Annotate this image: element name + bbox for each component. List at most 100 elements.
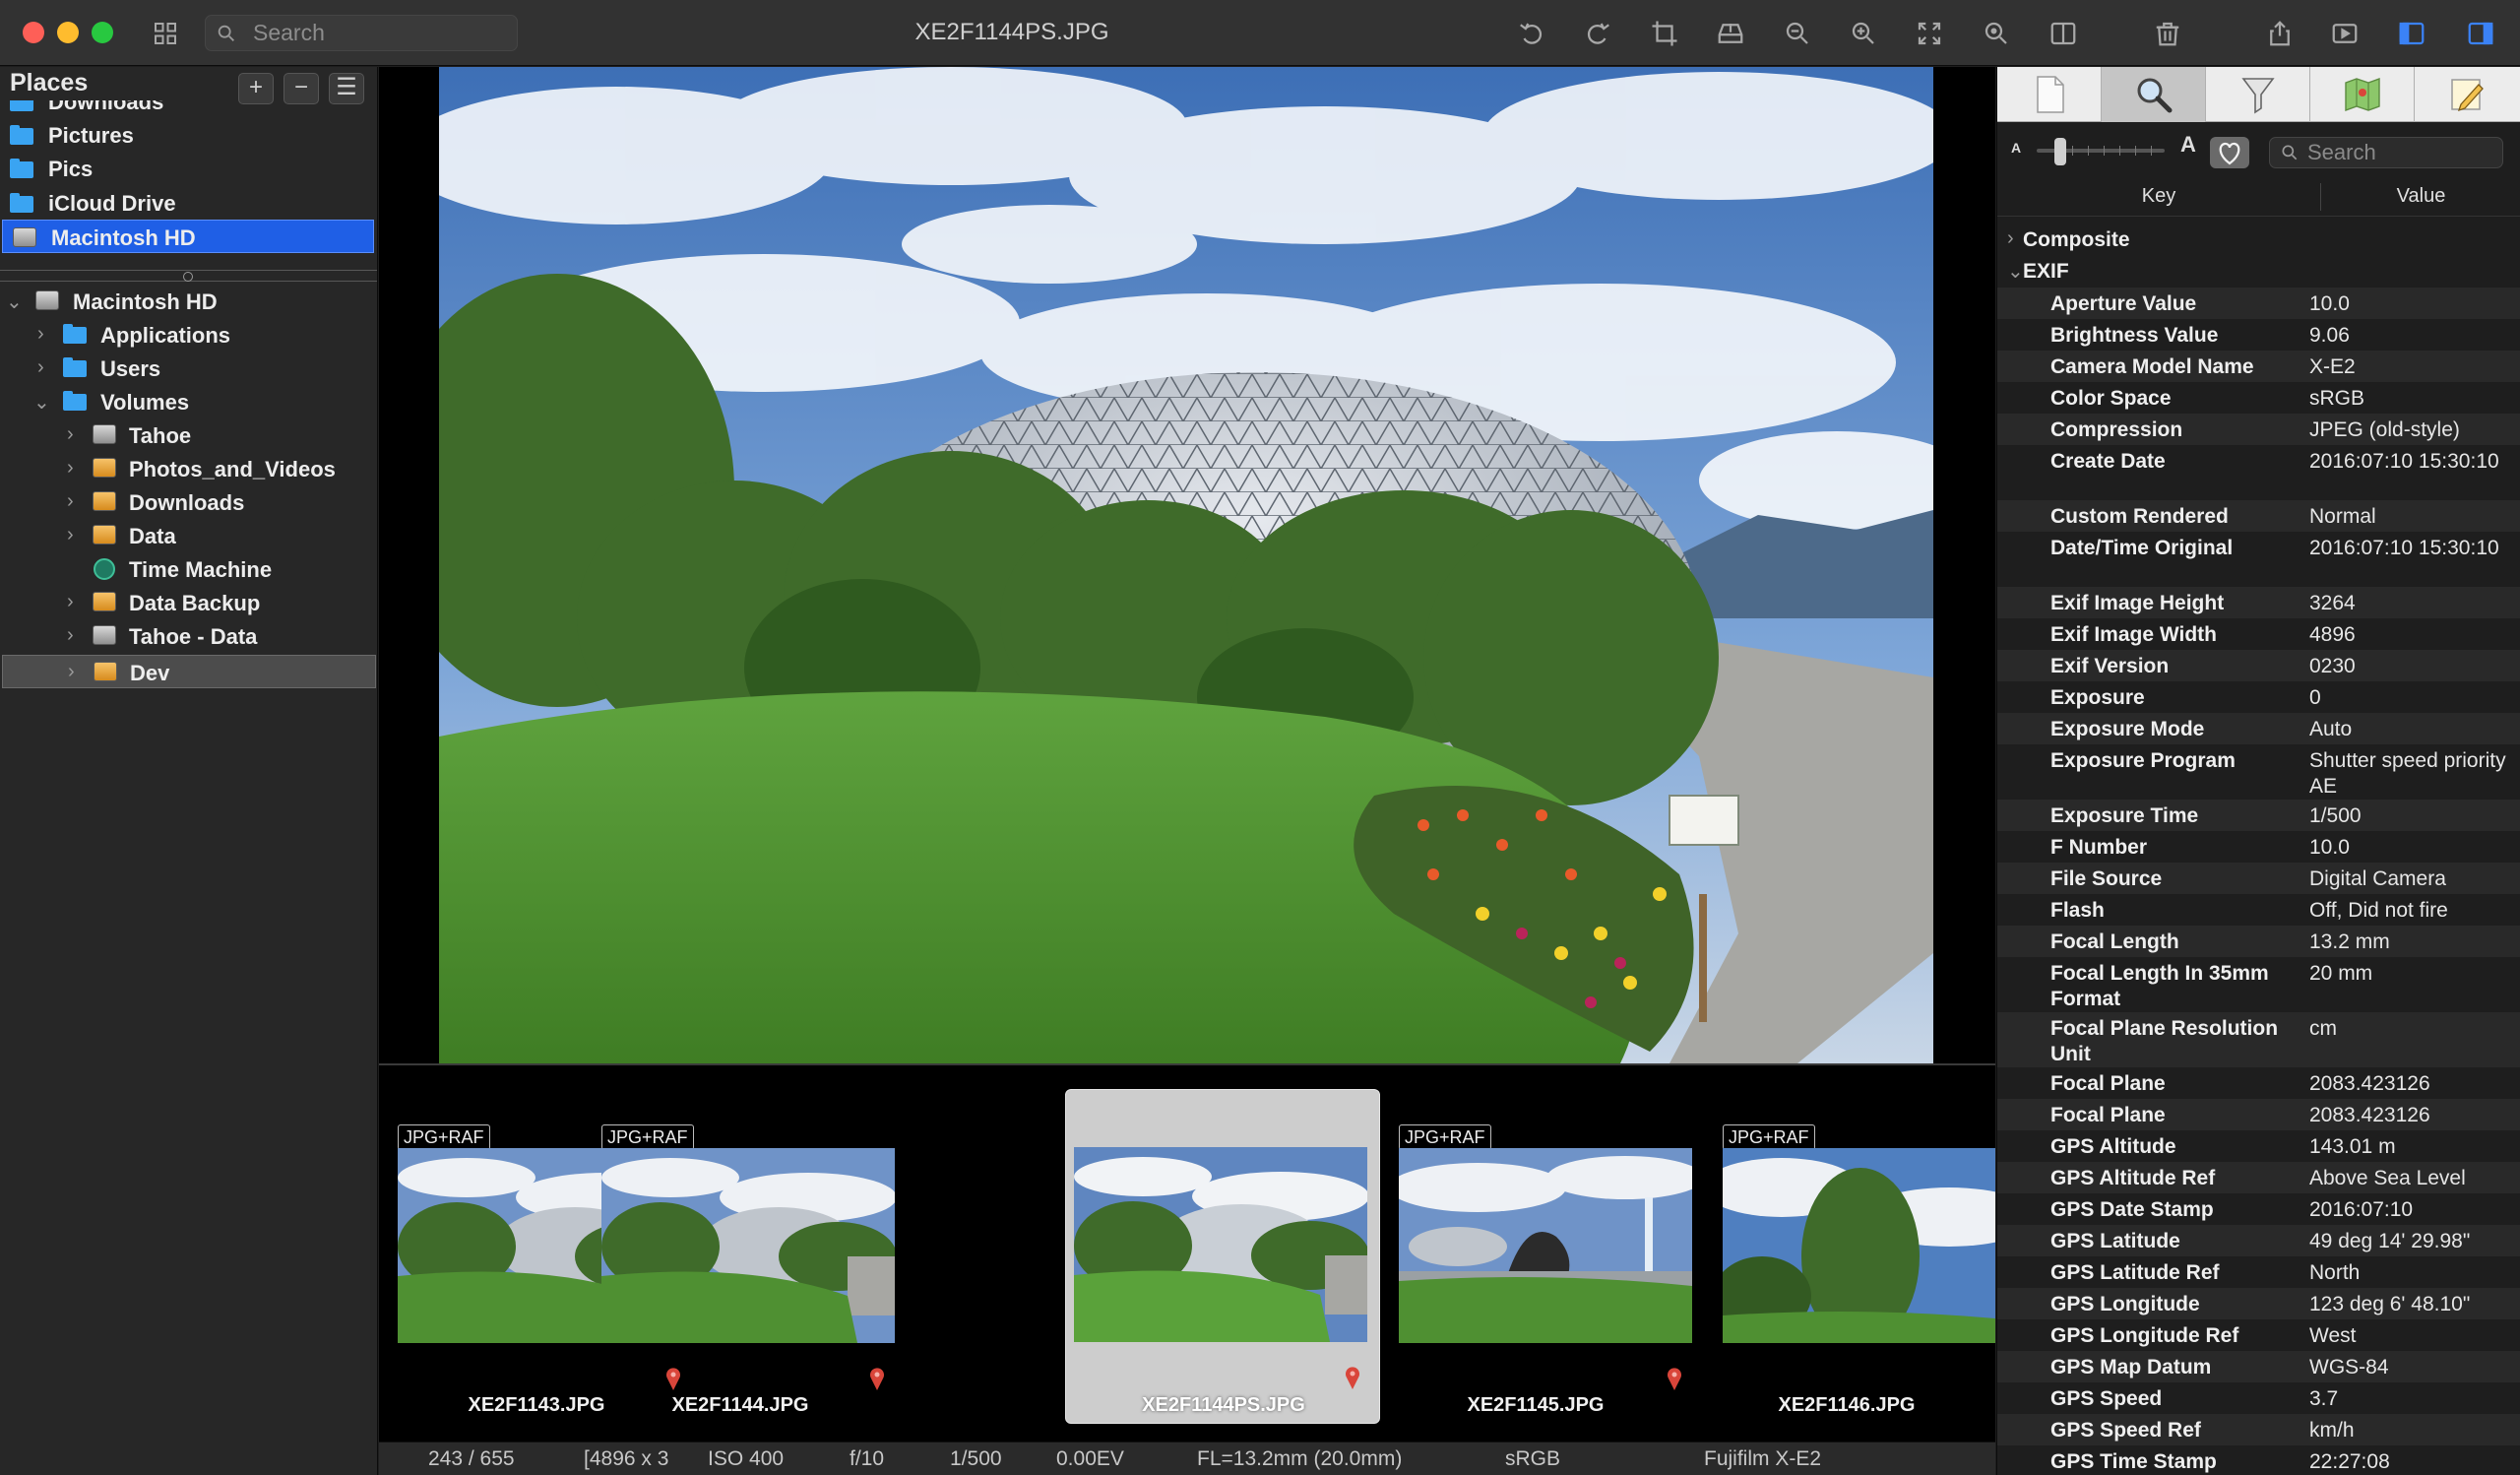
chevron-right-icon[interactable]: › xyxy=(37,356,44,379)
metadata-row[interactable]: Exif Version 0230 xyxy=(1997,650,2520,681)
metadata-row[interactable]: Custom Rendered Normal xyxy=(1997,500,2520,532)
actual-size-icon[interactable] xyxy=(1979,16,2014,51)
chevron-right-icon[interactable]: › xyxy=(67,457,74,480)
metadata-group-exif[interactable]: ⌄ EXIF xyxy=(1997,256,2520,288)
slider-knob[interactable] xyxy=(2054,138,2066,165)
slideshow-icon[interactable] xyxy=(2327,16,2362,51)
metadata-row[interactable]: Focal Plane Resolution Unit cm xyxy=(1997,1012,2520,1067)
rotate-left-icon[interactable] xyxy=(1514,16,1549,51)
chevron-right-icon[interactable]: › xyxy=(67,524,74,546)
fit-screen-icon[interactable] xyxy=(1912,16,1947,51)
chevron-right-icon[interactable]: › xyxy=(2007,227,2014,250)
metadata-row[interactable]: Exposure Time 1/500 xyxy=(1997,800,2520,831)
metadata-group-composite[interactable]: › Composite xyxy=(1997,224,2520,256)
tree-item-tahoe[interactable]: › Tahoe xyxy=(0,418,377,452)
share-icon[interactable] xyxy=(2262,16,2298,51)
metadata-row[interactable]: File Source Digital Camera xyxy=(1997,863,2520,894)
tree-item-dev[interactable]: › Dev xyxy=(2,655,376,688)
metadata-row[interactable]: Create Date 2016:07:10 15:30:10 xyxy=(1997,445,2520,500)
tree-item-data[interactable]: › Data xyxy=(0,519,377,552)
tree-item-volumes[interactable]: ⌄ Volumes xyxy=(0,385,377,418)
split-view-icon[interactable] xyxy=(2046,16,2081,51)
thumbnail-image xyxy=(1723,1148,1995,1343)
metadata-row[interactable]: GPS Map Datum WGS-84 xyxy=(1997,1351,2520,1382)
metadata-row[interactable]: GPS Altitude 143.01 m xyxy=(1997,1130,2520,1162)
thumbnail-item-selected[interactable]: XE2F1144PS.JPG xyxy=(1065,1089,1380,1424)
metadata-row[interactable]: Exposure Program Shutter speed priority A… xyxy=(1997,744,2520,800)
tab-metadata[interactable] xyxy=(2102,67,2206,122)
metadata-row[interactable]: GPS Latitude Ref North xyxy=(1997,1256,2520,1288)
metadata-row[interactable]: Exposure 0 xyxy=(1997,681,2520,713)
tree-item-users[interactable]: › Users xyxy=(0,352,377,385)
tray-download-icon[interactable] xyxy=(1713,16,1748,51)
metadata-row[interactable]: Compression JPEG (old-style) xyxy=(1997,414,2520,445)
metadata-row[interactable]: GPS Longitude 123 deg 6' 48.10" xyxy=(1997,1288,2520,1319)
metadata-row[interactable]: Exposure Mode Auto xyxy=(1997,713,2520,744)
tree-item-photos-and-videos[interactable]: › Photos_and_Videos xyxy=(0,452,377,485)
metadata-row[interactable]: Exif Image Height 3264 xyxy=(1997,587,2520,618)
thumbnail-item[interactable]: JPG+RAF XE2F1144.JPG xyxy=(583,1065,898,1442)
zoom-in-icon[interactable] xyxy=(1846,16,1881,51)
tree-item-applications[interactable]: › Applications xyxy=(0,318,377,352)
metadata-row[interactable]: Date/Time Original 2016:07:10 15:30:10 xyxy=(1997,532,2520,587)
tree-item-tahoe-data[interactable]: › Tahoe - Data xyxy=(0,619,377,653)
metadata-row[interactable]: GPS Speed 3.7 xyxy=(1997,1382,2520,1414)
tab-edit-notes[interactable] xyxy=(2415,67,2519,122)
chevron-right-icon[interactable]: › xyxy=(67,624,74,647)
chevron-right-icon[interactable]: › xyxy=(68,661,75,683)
thumbnail-item[interactable]: JPG+RAF XE2F1145.JPG xyxy=(1398,1065,1713,1442)
place-item-macintosh-hd[interactable]: Macintosh HD xyxy=(2,220,374,253)
metadata-row[interactable]: GPS Speed Ref km/h xyxy=(1997,1414,2520,1445)
trash-icon[interactable] xyxy=(2150,16,2185,51)
metadata-row[interactable]: Color Space sRGB xyxy=(1997,382,2520,414)
place-item-pictures[interactable]: Pictures xyxy=(0,118,377,152)
chevron-down-icon[interactable]: ⌄ xyxy=(33,390,50,415)
left-panel-icon[interactable] xyxy=(2394,16,2429,51)
metadata-row[interactable]: Flash Off, Did not fire xyxy=(1997,894,2520,926)
chevron-right-icon[interactable]: › xyxy=(67,490,74,513)
tree-item-macintosh-hd[interactable]: ⌄ Macintosh HD xyxy=(0,285,377,318)
metadata-row[interactable]: Focal Plane 2083.423126 xyxy=(1997,1099,2520,1130)
metadata-row[interactable]: Camera Model Name X-E2 xyxy=(1997,351,2520,382)
right-panel-icon[interactable] xyxy=(2463,16,2498,51)
tab-file-info[interactable] xyxy=(1997,67,2102,122)
value-column-header[interactable]: Value xyxy=(2321,185,2520,208)
tab-filter[interactable] xyxy=(2206,67,2310,122)
place-item-downloads[interactable]: Downloads xyxy=(0,100,377,118)
chevron-right-icon[interactable]: › xyxy=(67,591,74,613)
rotate-right-icon[interactable] xyxy=(1580,16,1615,51)
favorites-button[interactable] xyxy=(2210,137,2249,168)
metadata-row[interactable]: GPS Time Stamp 22:27:08 xyxy=(1997,1445,2520,1475)
zoom-out-icon[interactable] xyxy=(1780,16,1815,51)
chevron-right-icon[interactable]: › xyxy=(67,423,74,446)
key-column-header[interactable]: Key xyxy=(1997,185,2320,208)
tree-item-data-backup[interactable]: › Data Backup xyxy=(0,586,377,619)
thumbnail-item[interactable]: JPG+RAF XE2F1146.JPG xyxy=(1699,1065,1995,1442)
place-item-icloud-drive[interactable]: iCloud Drive xyxy=(0,186,377,220)
chevron-down-icon[interactable]: ⌄ xyxy=(2007,259,2024,284)
crop-icon[interactable] xyxy=(1647,16,1682,51)
metadata-row[interactable]: GPS Latitude 49 deg 14' 29.98" xyxy=(1997,1225,2520,1256)
metadata-row[interactable]: Brightness Value 9.06 xyxy=(1997,319,2520,351)
metadata-row[interactable]: Focal Length 13.2 mm xyxy=(1997,926,2520,957)
chevron-down-icon[interactable]: ⌄ xyxy=(6,289,23,314)
tree-item-time-machine[interactable]: Time Machine xyxy=(0,552,377,586)
chevron-right-icon[interactable]: › xyxy=(37,323,44,346)
metadata-row[interactable]: GPS Date Stamp 2016:07:10 xyxy=(1997,1193,2520,1225)
place-item-pics[interactable]: Pics xyxy=(0,152,377,185)
metadata-row[interactable]: Focal Plane 2083.423126 xyxy=(1997,1067,2520,1099)
metadata-row[interactable]: F Number 10.0 xyxy=(1997,831,2520,863)
metadata-search-field[interactable] xyxy=(2269,137,2503,168)
tree-item-downloads[interactable]: › Downloads xyxy=(0,485,377,519)
metadata-search-input[interactable] xyxy=(2307,138,2494,167)
metadata-row[interactable]: Exif Image Width 4896 xyxy=(1997,618,2520,650)
tab-map[interactable] xyxy=(2310,67,2415,122)
image-viewer[interactable] xyxy=(379,67,1995,1063)
metadata-row[interactable]: GPS Longitude Ref West xyxy=(1997,1319,2520,1351)
split-handle[interactable] xyxy=(0,270,377,282)
tree-item-label: Photos_and_Videos xyxy=(129,457,336,481)
metadata-row[interactable]: GPS Altitude Ref Above Sea Level xyxy=(1997,1162,2520,1193)
metadata-row[interactable]: Focal Length In 35mm Format 20 mm xyxy=(1997,957,2520,1012)
metadata-key: Focal Plane xyxy=(2050,1072,2166,1095)
metadata-row[interactable]: Aperture Value 10.0 xyxy=(1997,288,2520,319)
